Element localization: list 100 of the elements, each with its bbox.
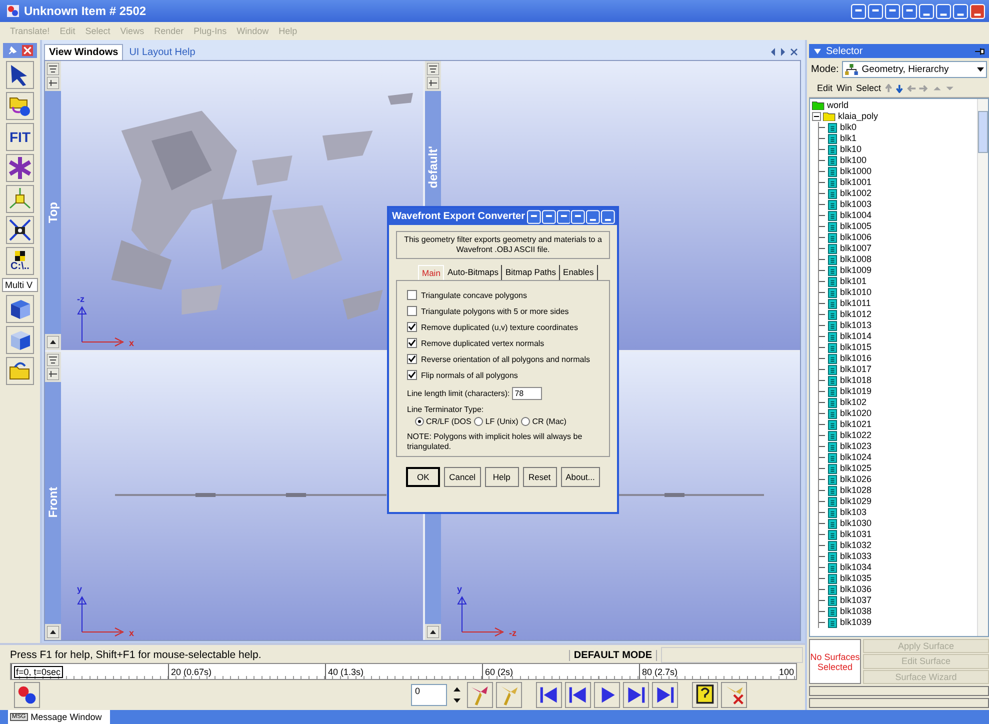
title-bar-button-icon[interactable] [542,210,556,224]
title-bar-button-icon[interactable] [936,4,951,18]
scrollbar[interactable] [977,99,988,636]
title-bar-button-icon[interactable] [970,4,985,18]
checkbox[interactable] [407,290,417,300]
tree-item[interactable]: blk1001 [819,177,977,188]
toolbar-menu[interactable]: Win [836,83,852,93]
view-tab[interactable]: UI Layout Help [125,45,200,60]
tree-item[interactable]: klaia_poly [812,111,977,122]
collapse-icon[interactable] [813,48,822,54]
scroll-up-icon[interactable] [47,336,59,348]
title-bar-button-icon[interactable] [526,210,541,224]
playback-button-icon[interactable] [623,682,649,708]
tree-item[interactable]: blk103 [819,507,977,518]
checkbox[interactable] [407,370,417,380]
title-bar-button-icon[interactable] [885,4,900,18]
dialog-button[interactable]: OK [406,467,440,487]
camera-icon[interactable] [6,216,34,244]
dialog-button[interactable]: About... [560,467,600,487]
multi-view-label[interactable]: Multi V [2,278,38,292]
playback-button-icon[interactable] [594,682,620,708]
tree-item[interactable]: blk1013 [819,320,977,331]
tree-item[interactable]: blk1017 [819,364,977,375]
key-icon[interactable] [467,682,493,708]
viewport-menu-icon[interactable] [47,354,59,366]
dialog-tab[interactable]: Enables [560,265,598,280]
tree-item[interactable]: blk1033 [819,551,977,562]
cube-icon[interactable] [6,326,34,354]
close-icon[interactable] [22,45,33,56]
dialog-button[interactable]: Help [484,467,519,487]
dialog-tab[interactable]: Bitmap Paths [502,265,560,280]
tree-item[interactable]: blk1029 [819,496,977,507]
view-tab[interactable]: View Windows [44,44,124,60]
tree-item[interactable]: blk1009 [819,265,977,276]
tree-item[interactable]: blk1037 [819,595,977,606]
dialog-tab[interactable]: Auto-Bitmaps [444,265,502,280]
tree-item[interactable]: blk1019 [819,386,977,397]
tree-item[interactable]: blk1003 [819,199,977,210]
scroll-thumb[interactable] [978,111,988,153]
tree-item[interactable]: blk1008 [819,254,977,265]
axes-icon[interactable] [6,185,34,213]
viewport-menu-icon[interactable] [47,63,59,75]
viewport-menu-icon[interactable] [427,63,439,75]
radio-button[interactable] [474,417,484,426]
tree-item[interactable]: blk1039 [819,617,977,628]
viewport-pin-icon[interactable] [427,77,439,89]
tree-item[interactable]: blk1002 [819,188,977,199]
tree-item[interactable]: blk1030 [819,518,977,529]
dialog-button[interactable]: Cancel [444,467,481,487]
tree-item[interactable]: blk1036 [819,584,977,595]
collapse-box-icon[interactable] [812,112,821,121]
tree-item[interactable]: blk1020 [819,408,977,419]
tree-item[interactable]: blk1 [819,133,977,144]
tree-item[interactable]: blk1000 [819,166,977,177]
input-field[interactable]: 78 [512,387,542,400]
title-bar-button-icon[interactable] [586,210,600,224]
checkbox[interactable] [407,338,417,348]
tree-item[interactable]: blk1031 [819,529,977,540]
title-bar-button-icon[interactable] [571,210,586,224]
tree-item[interactable]: blk1026 [819,474,977,485]
radio-button[interactable] [415,417,424,426]
title-bar-button-icon[interactable] [556,210,570,224]
molecule-icon[interactable] [14,682,40,708]
toolbar-menu[interactable]: Select [856,83,882,93]
dialog-tab[interactable]: Main [418,265,444,280]
tree-item[interactable]: blk0 [819,122,977,133]
title-bar-button-icon[interactable] [953,4,968,18]
frame-field[interactable]: 0 [411,684,447,706]
tree-item[interactable]: blk1015 [819,342,977,353]
title-bar-button-icon[interactable] [851,4,866,18]
tree-item[interactable]: blk1023 [819,441,977,452]
playback-button-icon[interactable] [565,682,591,708]
checkbox[interactable] [407,354,417,364]
tree-item[interactable]: blk1010 [819,287,977,298]
folder-icon[interactable] [6,357,34,385]
tree-item[interactable]: blk1005 [819,221,977,232]
scroll-up-icon[interactable] [47,626,59,638]
dialog-button[interactable]: Reset [522,467,557,487]
tree-item[interactable]: blk1012 [819,309,977,320]
viewport-pin-icon[interactable] [47,77,59,89]
path-button[interactable]: C:\.. [6,247,34,275]
tree-item[interactable]: blk1034 [819,562,977,573]
star-icon[interactable] [6,154,34,182]
pin-icon[interactable] [974,46,985,56]
tree-item[interactable]: blk1014 [819,331,977,342]
key-icon[interactable] [496,682,522,708]
playback-button-icon[interactable] [652,682,678,708]
tree-item[interactable]: blk1038 [819,606,977,617]
radio-button[interactable] [521,417,530,426]
timeline-ruler[interactable]: f=0, t=0sec 20 (0.67s) 40 (1.3s) 60 (2s) 80 (2.7s) 100 [10,663,797,680]
tree-item[interactable]: blk1016 [819,353,977,364]
viewport-pin-icon[interactable] [47,368,59,380]
tree-item[interactable]: blk1035 [819,573,977,584]
title-bar-button-icon[interactable] [919,4,934,18]
title-bar-button-icon[interactable] [601,210,615,224]
cube-icon[interactable] [6,295,34,323]
tree-item[interactable]: blk100 [819,155,977,166]
mode-dropdown[interactable]: Geometry, Hierarchy [842,61,987,78]
tree-item[interactable]: blk1022 [819,430,977,441]
help-icon[interactable] [692,682,718,708]
